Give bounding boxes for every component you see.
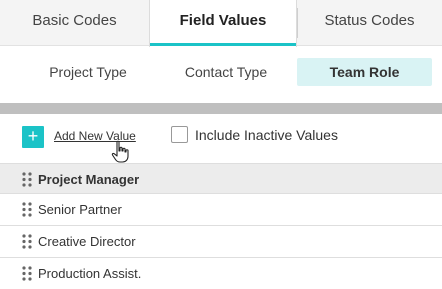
top-tab-bar: Basic Codes Field Values Status Codes bbox=[0, 0, 442, 47]
drag-handle-icon[interactable] bbox=[22, 172, 32, 187]
tab-divider bbox=[297, 8, 298, 38]
list-item-label: Senior Partner bbox=[38, 202, 122, 217]
subtab-contact-type[interactable]: Contact Type bbox=[166, 58, 286, 86]
drag-handle-icon[interactable] bbox=[22, 266, 32, 281]
list-item[interactable]: Creative Director bbox=[0, 225, 442, 257]
subtab-project-type[interactable]: Project Type bbox=[26, 58, 150, 86]
list-item-label: Creative Director bbox=[38, 234, 136, 249]
tab-status-codes[interactable]: Status Codes bbox=[297, 0, 442, 46]
sub-tab-bar: Project Type Contact Type Team Role bbox=[0, 47, 442, 103]
drag-handle-icon[interactable] bbox=[22, 234, 32, 249]
add-new-value-button[interactable]: + bbox=[22, 126, 44, 148]
list-item[interactable]: Production Assist. bbox=[0, 257, 442, 289]
list-item[interactable]: Senior Partner bbox=[0, 193, 442, 225]
section-divider-band bbox=[0, 103, 442, 114]
include-inactive-checkbox[interactable] bbox=[171, 126, 188, 143]
drag-handle-icon[interactable] bbox=[22, 202, 32, 217]
tab-field-values[interactable]: Field Values bbox=[149, 0, 297, 47]
list-item-label: Project Manager bbox=[38, 172, 140, 187]
include-inactive-label: Include Inactive Values bbox=[195, 127, 338, 143]
list-item-header[interactable]: Project Manager bbox=[0, 163, 442, 193]
hand-cursor-icon bbox=[111, 140, 129, 163]
values-list: Project Manager Senior Partner Creative … bbox=[0, 163, 442, 289]
plus-icon: + bbox=[27, 126, 39, 146]
list-item-label: Production Assist. bbox=[38, 266, 142, 281]
subtab-team-role[interactable]: Team Role bbox=[297, 58, 432, 86]
list-toolbar: + Add New Value Include Inactive Values bbox=[0, 114, 442, 166]
tab-basic-codes[interactable]: Basic Codes bbox=[0, 0, 149, 46]
